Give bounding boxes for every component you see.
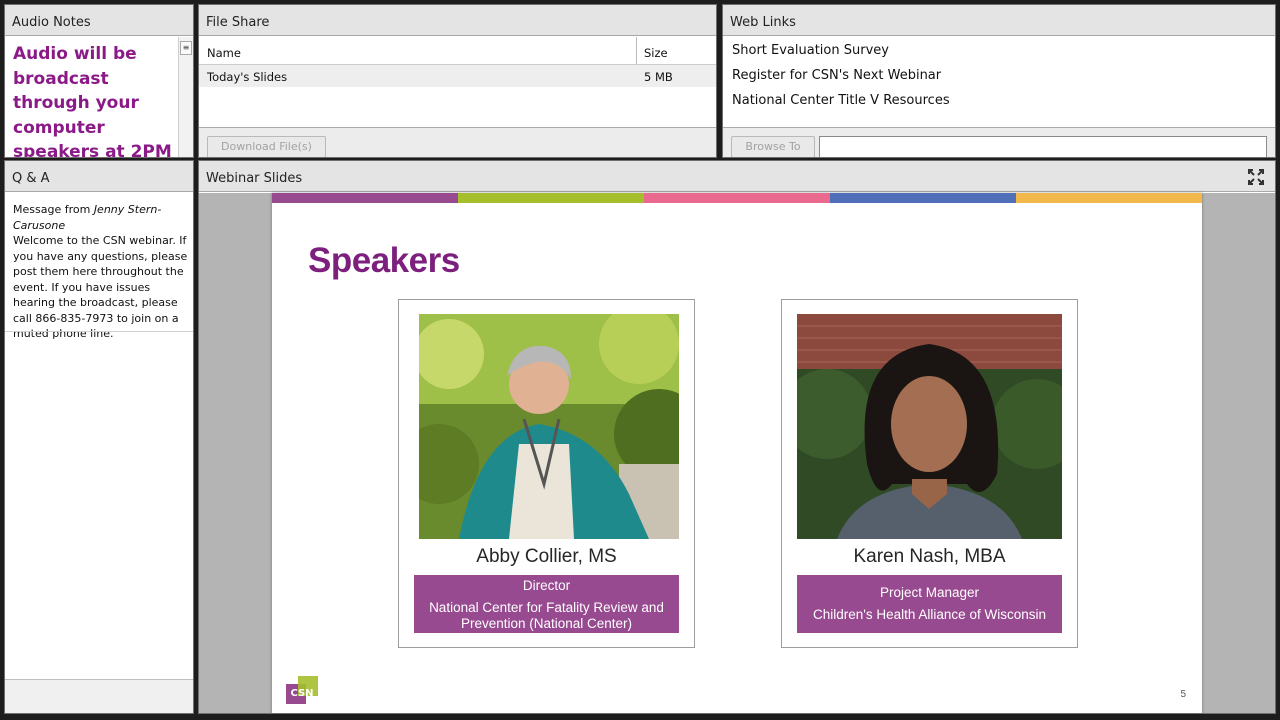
speaker-photo-image [797,314,1062,539]
speaker-role-box: Director National Center for Fatality Re… [414,575,679,633]
speaker-card: Karen Nash, MBA Project Manager Children… [781,299,1078,648]
speaker-name: Abby Collier, MS [476,546,617,567]
svg-text:CSN: CSN [290,688,313,699]
file-row[interactable]: Today's Slides 5 MB [199,65,716,87]
qa-message-body: Welcome to the CSN webinar. If you have … [13,234,188,340]
slide: Speakers Abby Collier, MS Director Natio… [272,193,1202,713]
web-links-title: Web Links [723,5,1275,36]
web-links-footer: Browse To [723,127,1275,157]
file-share-footer: Download File(s) [199,127,716,157]
qa-pod: Q & A Message from Jenny Stern-Carusone … [4,160,194,714]
speaker-card: Abby Collier, MS Director National Cente… [398,299,695,648]
qa-message-prefix: Message from [13,203,91,216]
qa-input-area[interactable] [5,679,193,713]
web-link-register-webinar[interactable]: Register for CSN's Next Webinar [732,68,941,83]
column-header-size[interactable]: Size [644,46,668,60]
slide-page-number: 5 [1180,689,1186,700]
speaker-org: National Center for Fatality Review and … [429,600,664,631]
csn-logo: CSN [286,676,318,704]
audio-notes-title: Audio Notes [5,5,193,36]
speaker-role: Director [522,578,571,593]
color-stripe-green [458,193,644,203]
file-size: 5 MB [644,70,673,84]
color-stripe-blue [830,193,1016,203]
fullscreen-icon[interactable] [1247,168,1265,186]
color-stripe-pink [644,193,830,203]
slide-stage: Speakers Abby Collier, MS Director Natio… [199,193,1275,713]
audio-notes-scrollbar[interactable]: ≡ [178,37,193,157]
speaker-photo-image [419,314,679,539]
qa-title: Q & A [5,161,193,192]
audio-notes-text: Audio will be broadcast through your com… [13,44,172,158]
qa-divider [5,331,193,332]
slide-title: Speakers [308,241,460,280]
speaker-role-box: Project Manager Children's Health Allian… [797,575,1062,633]
color-stripe-purple [272,193,458,203]
file-share-pod: File Share Name Size Today's Slides 5 MB… [198,4,717,158]
speaker-org: Children's Health Alliance of Wisconsin [813,607,1046,622]
download-files-button[interactable]: Download File(s) [207,136,326,157]
qa-message-header: Message from Jenny Stern-Carusone [13,202,193,233]
speaker-name: Karen Nash, MBA [853,546,1006,567]
browse-url-field[interactable] [819,136,1267,157]
web-link-evaluation-survey[interactable]: Short Evaluation Survey [732,43,889,58]
column-header-name[interactable]: Name [207,46,241,60]
file-table-header: Name Size [199,37,716,65]
browse-to-button[interactable]: Browse To [731,136,815,157]
webinar-slides-pod: Webinar Slides Speakers Abby Collier, MS… [198,160,1276,714]
file-share-title: File Share [199,5,716,36]
file-name[interactable]: Today's Slides [207,70,287,84]
speaker-role: Project Manager [879,585,980,600]
webinar-slides-title: Webinar Slides [199,161,1275,192]
color-stripe-orange [1016,193,1202,203]
web-link-title-v-resources[interactable]: National Center Title V Resources [732,93,950,108]
qa-message: Message from Jenny Stern-Carusone Welcom… [13,202,193,342]
scroll-thumb-icon[interactable]: ≡ [180,41,192,55]
column-divider[interactable] [636,37,637,64]
audio-notes-pod: Audio Notes Audio will be broadcast thro… [4,4,194,158]
web-links-pod: Web Links Short Evaluation Survey Regist… [722,4,1276,158]
